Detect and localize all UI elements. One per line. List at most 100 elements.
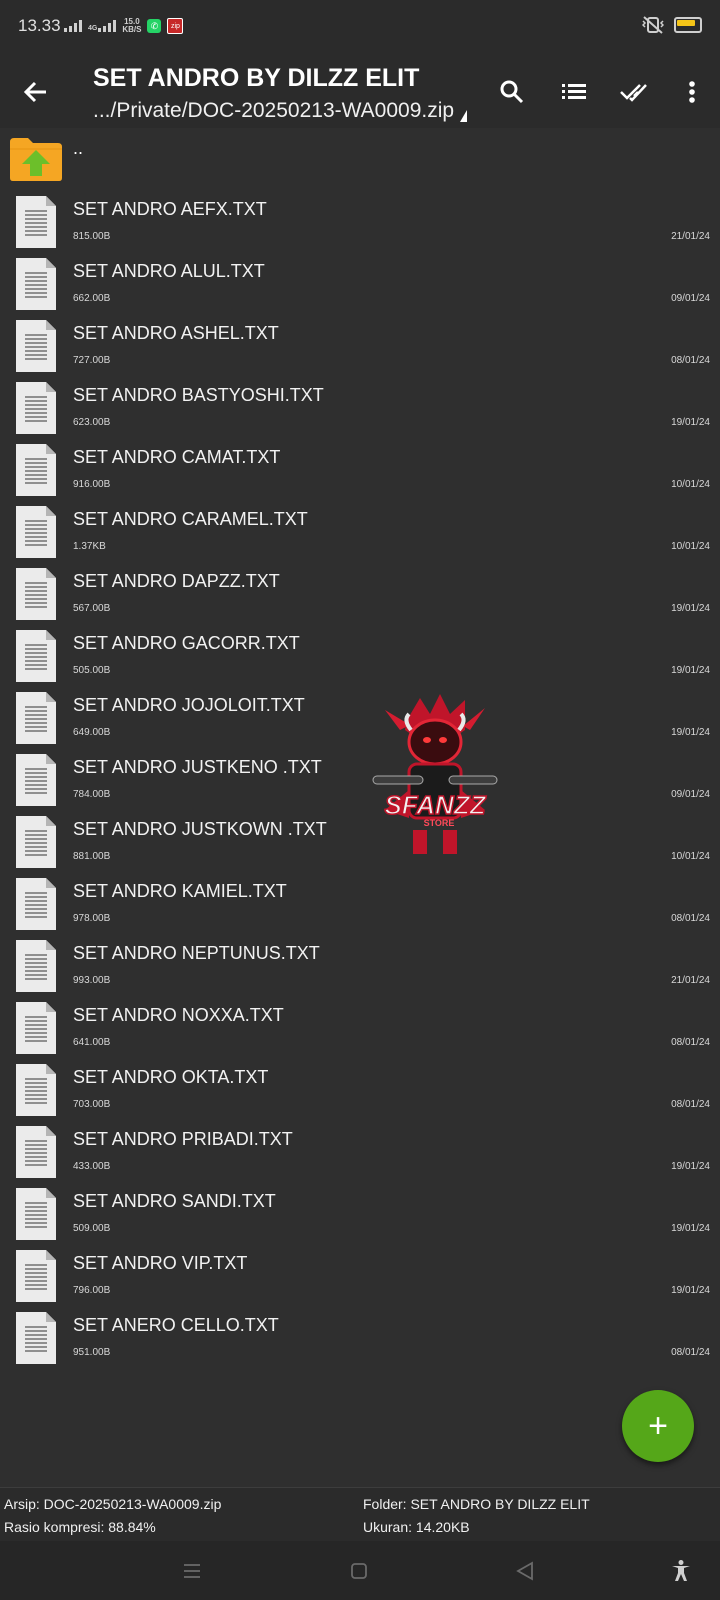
- file-list: .. SET ANDRO AEFX.TXT 815.00B 21/01/24 SET …: [0, 128, 720, 1386]
- list-view-button[interactable]: [558, 76, 590, 108]
- archive-info-footer: Arsip: DOC-20250213-WA0009.zip Rasio kom…: [0, 1487, 720, 1542]
- text-file-icon: [16, 816, 56, 868]
- sfanzz-store-logo: SFANZZ STORE: [372, 694, 498, 854]
- file-name: SET ANDRO NEPTUNUS.TXT: [73, 943, 320, 963]
- file-date: 19/01/24: [671, 603, 710, 614]
- file-name: SET ANDRO AEFX.TXT: [73, 199, 267, 219]
- top-app-bar: SET ANDRO BY DILZZ ELIT .../Private/DOC-…: [0, 52, 720, 128]
- file-size: 796.00B: [73, 1285, 111, 1296]
- text-file-icon: [16, 692, 56, 744]
- file-name: SET ANDRO JUSTKOWN .TXT: [73, 819, 327, 839]
- text-file-icon: [16, 1064, 56, 1116]
- file-row[interactable]: SET ANDRO AEFX.TXT 815.00B 21/01/24: [0, 190, 720, 253]
- archive-size: Ukuran: 14.20KB: [363, 1519, 470, 1535]
- text-file-icon: [16, 382, 56, 434]
- file-date: 08/01/24: [671, 1347, 710, 1358]
- file-size: 727.00B: [73, 355, 111, 366]
- file-name: SET ANDRO ALUL.TXT: [73, 261, 265, 281]
- file-row[interactable]: SET ANDRO ALUL.TXT 662.00B 09/01/24: [0, 252, 720, 315]
- file-row[interactable]: SET ANDRO DAPZZ.TXT 567.00B 19/01/24: [0, 562, 720, 625]
- file-name: SET ANDRO JUSTKENO .TXT: [73, 757, 322, 777]
- file-row[interactable]: SET ANDRO OKTA.TXT 703.00B 08/01/24: [0, 1058, 720, 1121]
- file-size: 881.00B: [73, 851, 111, 862]
- add-button[interactable]: +: [622, 1390, 694, 1462]
- system-nav-bar: [0, 1541, 720, 1600]
- file-row[interactable]: SET ANDRO NEPTUNUS.TXT 993.00B 21/01/24: [0, 934, 720, 997]
- file-name: SET ANDRO NOXXA.TXT: [73, 1005, 284, 1025]
- file-row[interactable]: SET ANDRO CAMAT.TXT 916.00B 10/01/24: [0, 438, 720, 501]
- home-icon: [351, 1563, 367, 1579]
- file-date: 10/01/24: [671, 541, 710, 552]
- file-name: SET ANDRO ASHEL.TXT: [73, 323, 279, 343]
- more-options-button[interactable]: [676, 76, 708, 108]
- file-date: 19/01/24: [671, 417, 710, 428]
- file-name: SET ANDRO SANDI.TXT: [73, 1191, 276, 1211]
- file-row[interactable]: SET ANDRO SANDI.TXT 509.00B 19/01/24: [0, 1182, 720, 1245]
- status-bar: 13.33 4G 15.0 KB/S ✆ zip: [0, 0, 720, 52]
- file-row[interactable]: SET ANERO CELLO.TXT 951.00B 08/01/24: [0, 1306, 720, 1369]
- file-size: 662.00B: [73, 293, 111, 304]
- back-nav-button[interactable]: [512, 1559, 538, 1583]
- back-button[interactable]: [20, 76, 52, 108]
- file-name: SET ANDRO BASTYOSHI.TXT: [73, 385, 324, 405]
- file-name: SET ANDRO KAMIEL.TXT: [73, 881, 287, 901]
- list-view-icon: [562, 84, 586, 99]
- text-file-icon: [16, 630, 56, 682]
- file-row[interactable]: SET ANDRO JUSTKENO .TXT 784.00B 09/01/24: [0, 748, 720, 811]
- file-date: 10/01/24: [671, 851, 710, 862]
- network-type-label: 4G: [88, 25, 98, 32]
- file-row[interactable]: SET ANDRO JOJOLOIT.TXT 649.00B 19/01/24: [0, 686, 720, 749]
- status-icons: 4G 15.0 KB/S ✆ zip: [64, 18, 184, 34]
- file-size: 784.00B: [73, 789, 111, 800]
- file-size: 623.00B: [73, 417, 111, 428]
- file-row[interactable]: SET ANDRO NOXXA.TXT 641.00B 08/01/24: [0, 996, 720, 1059]
- file-name: SET ANDRO OKTA.TXT: [73, 1067, 269, 1087]
- file-row[interactable]: SET ANDRO VIP.TXT 796.00B 19/01/24: [0, 1244, 720, 1307]
- parent-directory-label: ..: [73, 138, 84, 158]
- text-file-icon: [16, 196, 56, 248]
- file-date: 09/01/24: [671, 789, 710, 800]
- accessibility-icon: [672, 1560, 690, 1581]
- file-date: 21/01/24: [671, 975, 710, 986]
- select-all-icon: [620, 84, 647, 102]
- recents-button[interactable]: [179, 1559, 205, 1583]
- net-speed: 15.0 KB/S: [122, 18, 141, 34]
- archive-name: Arsip: DOC-20250213-WA0009.zip: [4, 1496, 222, 1512]
- file-row[interactable]: SET ANDRO BASTYOSHI.TXT 623.00B 19/01/24: [0, 376, 720, 439]
- add-icon: +: [648, 1407, 668, 1445]
- file-row[interactable]: SET ANDRO GACORR.TXT 505.00B 19/01/24: [0, 624, 720, 687]
- file-row[interactable]: SET ANDRO PRIBADI.TXT 433.00B 19/01/24: [0, 1120, 720, 1183]
- parent-directory-row[interactable]: ..: [0, 128, 720, 190]
- whatsapp-icon: ✆: [147, 19, 162, 33]
- file-size: 505.00B: [73, 665, 111, 676]
- file-date: 21/01/24: [671, 231, 710, 242]
- file-date: 19/01/24: [671, 727, 710, 738]
- file-row[interactable]: SET ANDRO CARAMEL.TXT 1.37KB 10/01/24: [0, 500, 720, 563]
- dropdown-corner-icon: [460, 110, 467, 122]
- search-icon: [500, 80, 524, 104]
- status-right: [642, 16, 702, 34]
- text-file-icon: [16, 320, 56, 372]
- home-button[interactable]: [346, 1559, 372, 1583]
- text-file-icon: [16, 506, 56, 558]
- status-time: 13.33: [18, 16, 61, 35]
- search-button[interactable]: [496, 76, 528, 108]
- accessibility-button[interactable]: [668, 1559, 694, 1583]
- text-file-icon: [16, 878, 56, 930]
- file-row[interactable]: SET ANDRO ASHEL.TXT 727.00B 08/01/24: [0, 314, 720, 377]
- file-row[interactable]: SET ANDRO JUSTKOWN .TXT 881.00B 10/01/24: [0, 810, 720, 873]
- file-date: 08/01/24: [671, 1099, 710, 1110]
- file-name: SET ANDRO DAPZZ.TXT: [73, 571, 280, 591]
- file-row[interactable]: SET ANDRO KAMIEL.TXT 978.00B 08/01/24: [0, 872, 720, 935]
- select-all-button[interactable]: [620, 76, 652, 108]
- text-file-icon: [16, 1250, 56, 1302]
- zip-app-icon: zip: [167, 18, 184, 34]
- file-date: 09/01/24: [671, 293, 710, 304]
- path-dropdown[interactable]: .../Private/DOC-20250213-WA0009.zip: [93, 99, 454, 123]
- file-name: SET ANDRO PRIBADI.TXT: [73, 1129, 293, 1149]
- file-size: 433.00B: [73, 1161, 111, 1172]
- net-speed-unit: KB/S: [122, 25, 142, 34]
- file-name: SET ANDRO CAMAT.TXT: [73, 447, 281, 467]
- file-size: 815.00B: [73, 231, 111, 242]
- file-size: 1.37KB: [73, 541, 106, 552]
